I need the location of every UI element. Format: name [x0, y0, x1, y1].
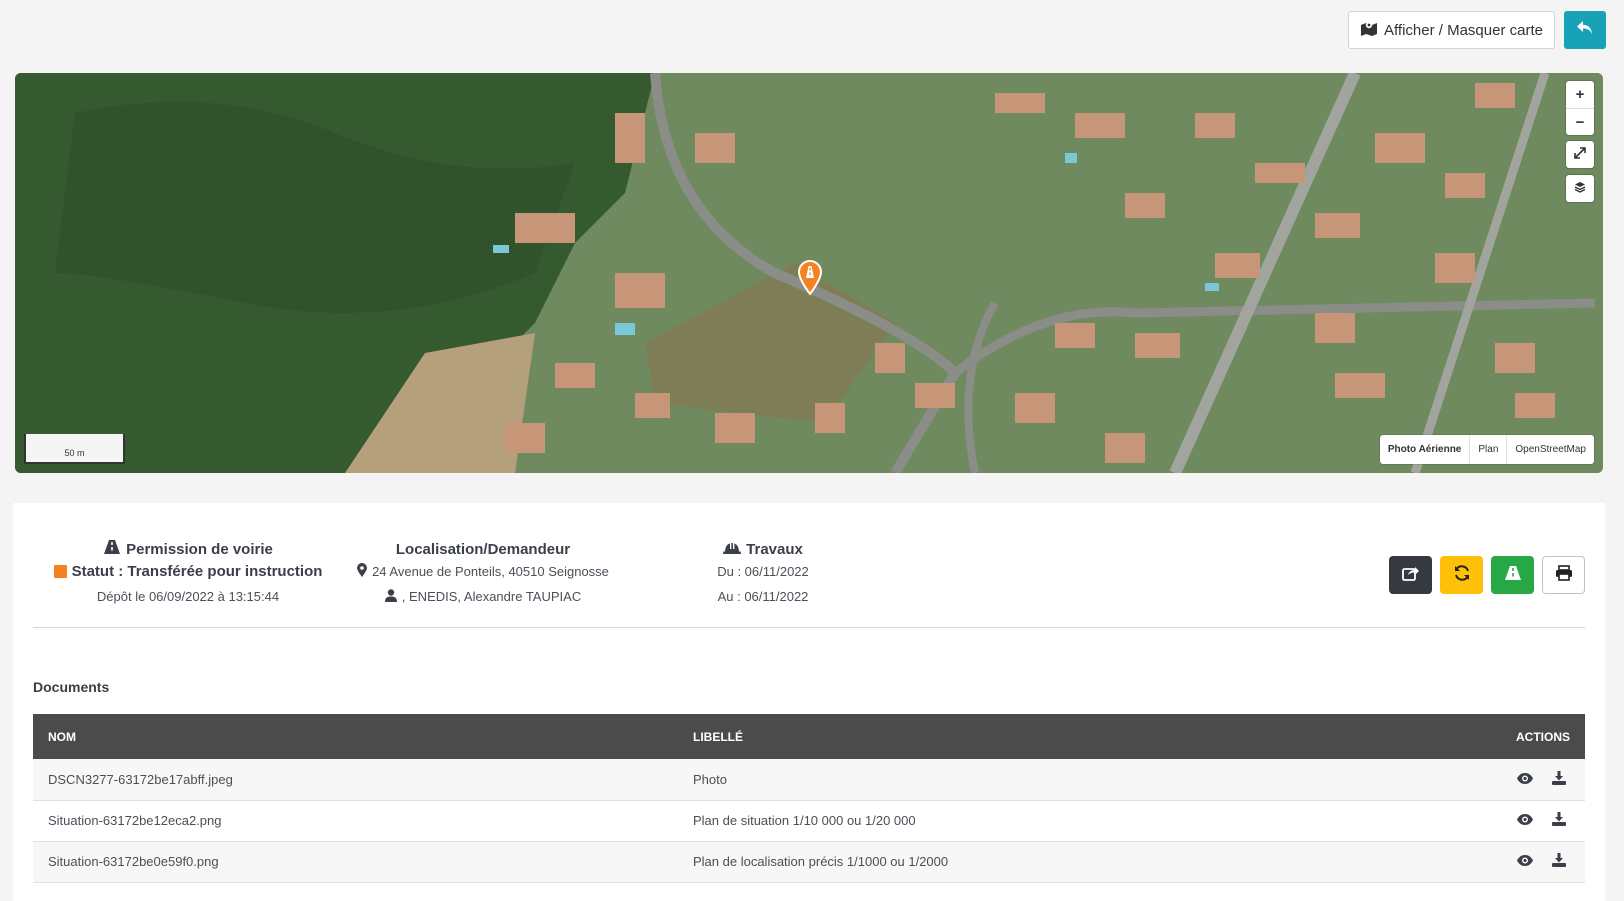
scale-bar: 50 m — [24, 434, 125, 464]
documents-table: NOM LIBELLÉ ACTIONS DSCN3277-63172be17ab… — [33, 714, 1585, 883]
document-label: Photo — [693, 771, 727, 787]
download-button[interactable] — [1548, 768, 1570, 790]
location-title: Localisation/Demandeur — [395, 540, 571, 558]
print-button[interactable] — [1542, 556, 1585, 594]
works-info: Travaux Du : 06/11/2022 Au : 06/11/2022 — [663, 539, 863, 609]
layer-aerial[interactable]: Photo Aérienne — [1380, 435, 1470, 464]
location-info: Localisation/Demandeur 24 Avenue de Pont… — [343, 539, 623, 609]
expand-icon — [1574, 146, 1586, 164]
table-row: Situation-63172be0e59f0.png Plan de loca… — [33, 841, 1585, 882]
permit-card: Permission de voirie Statut : Transférée… — [13, 503, 1605, 901]
zoom-in-button[interactable]: + — [1566, 81, 1594, 108]
download-icon — [1552, 853, 1566, 870]
map-marked-icon — [1360, 20, 1378, 40]
row-actions — [1378, 800, 1585, 841]
requester: , ENEDIS, Alexandre TAUPIAC — [401, 589, 582, 604]
status-line: Statut : Transférée pour instruction — [33, 559, 343, 584]
zoom-controls: + − — [1566, 81, 1594, 135]
table-row: Situation-63172be12eca2.png Plan de situ… — [33, 800, 1585, 841]
address: 24 Avenue de Ponteils, 40510 Seignosse — [372, 564, 609, 579]
download-button[interactable] — [1548, 851, 1570, 873]
share-icon — [1401, 565, 1420, 586]
works-title: Travaux — [746, 540, 803, 558]
permission-info: Permission de voirie Statut : Transférée… — [33, 539, 343, 609]
sync-icon — [1453, 564, 1471, 587]
document-label: Plan de localisation précis 1/1000 ou 1/… — [693, 854, 949, 869]
share-button[interactable] — [1389, 556, 1432, 594]
layers-button[interactable] — [1566, 175, 1594, 202]
hard-hat-icon — [723, 541, 742, 558]
document-name: Situation-63172be12eca2.png — [48, 813, 222, 828]
map-view[interactable]: + − 50 m Photo Aérienne Plan OpenStreetM… — [15, 73, 1603, 473]
document-name: Situation-63172be0e59f0.png — [48, 854, 219, 869]
works-from: Du : 06/11/2022 — [717, 564, 809, 579]
scale-label: 50 m — [64, 448, 85, 458]
location-marker[interactable] — [796, 259, 824, 296]
deposit-date: Dépôt le 06/09/2022 à 13:15:44 — [96, 589, 280, 604]
row-actions — [1378, 759, 1585, 800]
column-label: LIBELLÉ — [693, 729, 743, 744]
layer-plan[interactable]: Plan — [1469, 435, 1506, 464]
user-icon — [384, 588, 397, 605]
section-divider — [33, 627, 1585, 628]
view-button[interactable] — [1514, 768, 1536, 790]
document-label: Plan de situation 1/10 000 ou 1/20 000 — [693, 813, 916, 828]
fullscreen-button[interactable] — [1566, 141, 1594, 168]
status-indicator — [53, 565, 67, 578]
column-name: NOM — [48, 729, 76, 744]
zoom-out-button[interactable]: − — [1566, 108, 1594, 135]
refresh-button[interactable] — [1440, 556, 1483, 594]
layers-icon — [1574, 180, 1586, 198]
documents-title: Documents — [33, 679, 110, 695]
print-icon — [1555, 564, 1573, 586]
road-icon — [103, 540, 121, 558]
reply-icon — [1576, 20, 1594, 41]
layer-switcher: Photo Aérienne Plan OpenStreetMap — [1379, 435, 1594, 464]
eye-icon — [1517, 813, 1534, 828]
status-label: Statut : Transférée pour instruction — [71, 563, 323, 580]
layer-osm[interactable]: OpenStreetMap — [1506, 435, 1594, 464]
road-icon — [1504, 565, 1522, 585]
works-to: Au : 06/11/2022 — [717, 589, 809, 604]
download-icon — [1552, 770, 1566, 788]
toggle-map-button[interactable]: Afficher / Masquer carte — [1348, 11, 1555, 49]
download-icon — [1552, 812, 1566, 829]
column-actions: ACTIONS — [1516, 729, 1570, 744]
toggle-map-label: Afficher / Masquer carte — [1384, 21, 1543, 39]
document-name: DSCN3277-63172be17abff.jpeg — [48, 771, 233, 787]
back-button[interactable] — [1564, 11, 1606, 49]
eye-icon — [1517, 854, 1534, 869]
row-actions — [1378, 841, 1585, 882]
table-row: DSCN3277-63172be17abff.jpeg Photo — [33, 759, 1585, 800]
view-button[interactable] — [1514, 810, 1536, 832]
road-button[interactable] — [1491, 556, 1534, 594]
eye-icon — [1517, 772, 1534, 787]
view-button[interactable] — [1514, 851, 1536, 873]
table-header: NOM LIBELLÉ ACTIONS — [33, 714, 1585, 759]
download-button[interactable] — [1548, 810, 1570, 832]
map-marker-icon — [357, 563, 368, 580]
permission-title: Permission de voirie — [126, 540, 273, 558]
